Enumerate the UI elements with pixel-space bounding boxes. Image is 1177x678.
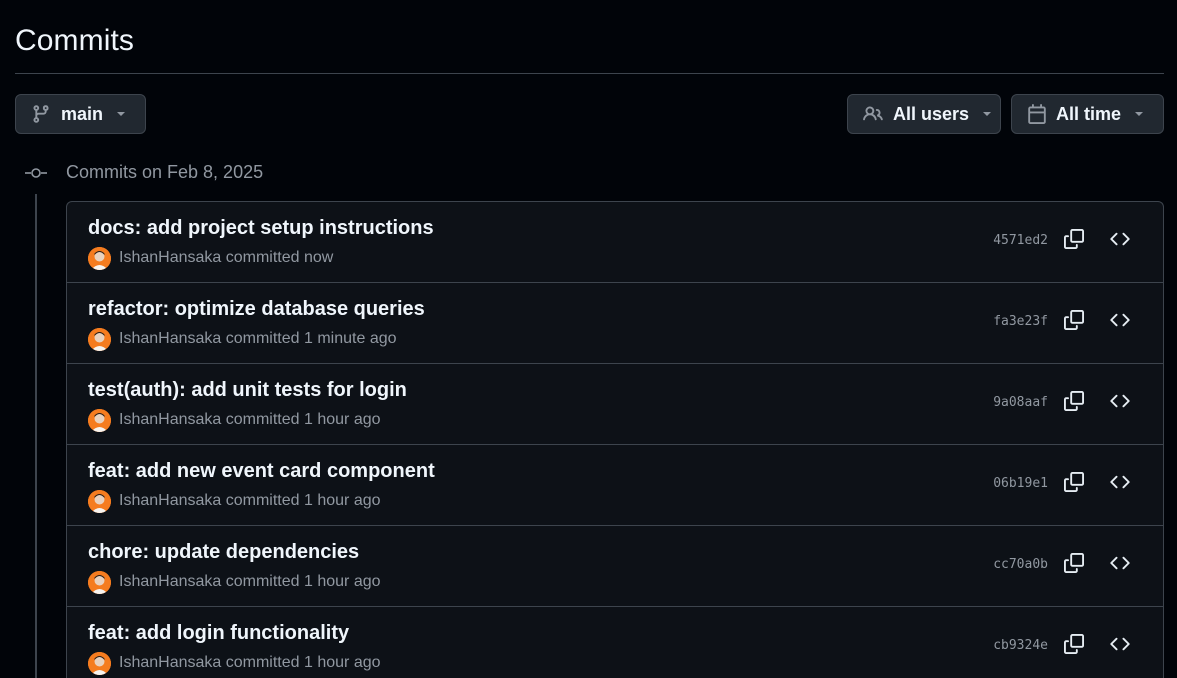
commit-author-link[interactable]: IshanHansaka — [119, 330, 221, 347]
commit-list: docs: add project setup instructions Ish… — [66, 201, 1164, 678]
commit-message-link[interactable]: chore: update dependencies — [88, 541, 359, 564]
git-branch-icon — [31, 104, 51, 124]
commit-action: committed — [225, 330, 300, 347]
commit-message-link[interactable]: feat: add new event card component — [88, 460, 435, 483]
timeline-line — [35, 194, 37, 678]
commit-row: feat: add login functionality IshanHansa… — [67, 607, 1163, 678]
commit-sha-link[interactable]: fa3e23f — [993, 314, 1048, 329]
commit-sha-link[interactable]: cb9324e — [993, 638, 1048, 653]
copy-icon — [1064, 228, 1084, 254]
copy-sha-button[interactable] — [1062, 552, 1086, 578]
commit-row: test(auth): add unit tests for login Ish… — [67, 364, 1163, 445]
commit-time: 1 minute ago — [304, 330, 397, 347]
chevron-down-icon — [115, 108, 127, 120]
avatar[interactable] — [88, 490, 111, 513]
avatar[interactable] — [88, 652, 111, 675]
commit-time: 1 hour ago — [304, 573, 381, 590]
commit-time: now — [304, 249, 334, 266]
commit-meta: IshanHansaka committed 1 hour ago — [119, 411, 381, 429]
git-commit-icon — [25, 164, 47, 182]
branch-selector-button[interactable]: main — [15, 94, 146, 134]
commit-message-link[interactable]: feat: add login functionality — [88, 622, 349, 645]
commit-row: feat: add new event card component Ishan… — [67, 445, 1163, 526]
code-icon — [1110, 310, 1130, 335]
commit-sha-link[interactable]: 06b19e1 — [993, 476, 1048, 491]
commit-meta: IshanHansaka committed 1 hour ago — [119, 654, 381, 672]
browse-repo-button[interactable] — [1108, 634, 1132, 658]
chevron-down-icon — [1133, 108, 1145, 120]
browse-repo-button[interactable] — [1108, 472, 1132, 496]
copy-icon — [1064, 390, 1084, 416]
commit-message-link[interactable]: docs: add project setup instructions — [88, 217, 434, 240]
commit-row: chore: update dependencies IshanHansaka … — [67, 526, 1163, 607]
commit-action: committed — [225, 411, 300, 428]
copy-sha-button[interactable] — [1062, 390, 1086, 416]
page-title: Commits — [15, 24, 135, 57]
copy-sha-button[interactable] — [1062, 633, 1086, 659]
commit-group-date: Commits on Feb 8, 2025 — [66, 162, 264, 182]
commit-sha-link[interactable]: 4571ed2 — [993, 233, 1048, 248]
users-filter-button[interactable]: All users — [847, 94, 1001, 134]
browse-repo-button[interactable] — [1108, 391, 1132, 415]
commit-action: committed — [225, 249, 300, 266]
users-filter-label: All users — [893, 103, 970, 124]
commit-row: refactor: optimize database queries Isha… — [67, 283, 1163, 364]
commit-message-link[interactable]: refactor: optimize database queries — [88, 298, 425, 321]
commit-message-link[interactable]: test(auth): add unit tests for login — [88, 379, 407, 402]
commit-author-link[interactable]: IshanHansaka — [119, 492, 221, 509]
commit-action: committed — [225, 492, 300, 509]
commit-time: 1 hour ago — [304, 492, 381, 509]
commit-action: committed — [225, 654, 300, 671]
avatar[interactable] — [88, 409, 111, 432]
commits-page: Commits main All users All time Commits … — [0, 0, 1177, 678]
commit-meta: IshanHansaka committed now — [119, 249, 333, 267]
browse-repo-button[interactable] — [1108, 229, 1132, 253]
browse-repo-button[interactable] — [1108, 310, 1132, 334]
avatar[interactable] — [88, 247, 111, 270]
time-filter-label: All time — [1056, 103, 1122, 124]
time-filter-button[interactable]: All time — [1011, 94, 1164, 134]
commit-time: 1 hour ago — [304, 654, 381, 671]
commit-meta: IshanHansaka committed 1 hour ago — [119, 492, 381, 510]
commit-meta: IshanHansaka committed 1 hour ago — [119, 573, 381, 591]
commit-author-link[interactable]: IshanHansaka — [119, 573, 221, 590]
calendar-icon — [1027, 104, 1047, 124]
copy-icon — [1064, 309, 1084, 335]
commit-sha-link[interactable]: 9a08aaf — [993, 395, 1048, 410]
commit-action: committed — [225, 573, 300, 590]
code-icon — [1110, 634, 1130, 659]
copy-sha-button[interactable] — [1062, 471, 1086, 497]
copy-sha-button[interactable] — [1062, 309, 1086, 335]
copy-sha-button[interactable] — [1062, 228, 1086, 254]
commit-author-link[interactable]: IshanHansaka — [119, 411, 221, 428]
code-icon — [1110, 229, 1130, 254]
code-icon — [1110, 472, 1130, 497]
code-icon — [1110, 553, 1130, 578]
commit-meta: IshanHansaka committed 1 minute ago — [119, 330, 397, 348]
avatar[interactable] — [88, 571, 111, 594]
browse-repo-button[interactable] — [1108, 553, 1132, 577]
commit-sha-link[interactable]: cc70a0b — [993, 557, 1048, 572]
commit-author-link[interactable]: IshanHansaka — [119, 654, 221, 671]
people-icon — [863, 104, 883, 124]
chevron-down-icon — [981, 108, 993, 120]
code-icon — [1110, 391, 1130, 416]
branch-selector-label: main — [61, 103, 104, 124]
commit-author-link[interactable]: IshanHansaka — [119, 249, 221, 266]
commit-time: 1 hour ago — [304, 411, 381, 428]
title-divider — [15, 73, 1164, 74]
avatar[interactable] — [88, 328, 111, 351]
copy-icon — [1064, 633, 1084, 659]
copy-icon — [1064, 471, 1084, 497]
commit-row: docs: add project setup instructions Ish… — [67, 202, 1163, 283]
copy-icon — [1064, 552, 1084, 578]
